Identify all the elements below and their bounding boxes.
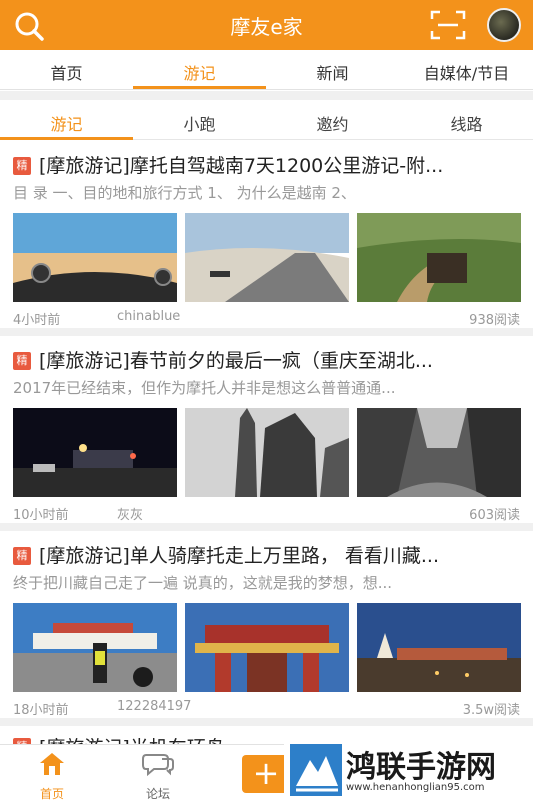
main-tabs: 首页 游记 新闻 自媒体/节目 (0, 50, 533, 90)
tab-home[interactable]: 首页 (0, 60, 133, 84)
avatar[interactable] (487, 8, 521, 42)
post-read-count: 3.5w阅读 (462, 703, 520, 718)
divider (0, 91, 533, 100)
subtab-travelogue[interactable]: 游记 (0, 111, 133, 135)
post-excerpt: 2017年已经结束，但作为摩托人并非是想这么普普通通... (13, 379, 396, 397)
post-image[interactable] (185, 408, 349, 497)
post-read-count: 603阅读 (469, 508, 520, 523)
subtab-routes[interactable]: 线路 (400, 111, 533, 135)
scan-icon[interactable] (430, 9, 466, 41)
tab-active-indicator (133, 86, 266, 89)
post-image[interactable] (357, 603, 521, 692)
nav-home[interactable]: 首页 (12, 751, 92, 800)
top-bar: 摩友e家 (0, 0, 533, 50)
watermark: 鸿联手游网 www.henanhonglian95.com (284, 740, 533, 800)
divider (0, 718, 533, 726)
featured-badge: 精 (13, 157, 31, 175)
list-item[interactable]: 精 [摩旅游记]单人骑摩托走上万里路， 看看川藏... 终于把川藏自己走了一遍 … (0, 531, 533, 726)
post-author[interactable]: 122284197 (117, 699, 191, 714)
post-read-count: 938阅读 (469, 313, 520, 328)
post-image[interactable] (13, 603, 177, 692)
tab-news[interactable]: 新闻 (266, 60, 399, 84)
post-excerpt: 目 录 一、目的地和旅行方式 1、 为什么是越南 2、 (13, 184, 356, 202)
featured-badge: 精 (13, 352, 31, 370)
subtab-active-indicator (0, 137, 133, 140)
plus-icon: + (252, 754, 280, 792)
post-image[interactable] (185, 603, 349, 692)
list-item[interactable]: 精 [摩旅游记]摩托自驾越南7天1200公里游记-附... 目 录 一、目的地和… (0, 141, 533, 336)
post-time: 10小时前 (13, 508, 69, 523)
nav-forum[interactable]: 论坛 (118, 751, 198, 800)
post-title[interactable]: [摩旅游记]摩托自驾越南7天1200公里游记-附... (39, 151, 519, 178)
watermark-logo-icon (290, 744, 342, 796)
add-post-button[interactable]: + (242, 755, 290, 793)
tab-self-media[interactable]: 自媒体/节目 (400, 60, 533, 84)
post-author[interactable]: 灰灰 (117, 504, 143, 523)
subtab-invitation[interactable]: 邀约 (266, 111, 399, 135)
watermark-url: www.henanhonglian95.com (346, 782, 485, 793)
home-icon (40, 753, 64, 775)
subtab-short-ride[interactable]: 小跑 (133, 111, 266, 135)
post-image[interactable] (13, 408, 177, 497)
divider (0, 328, 533, 336)
post-image[interactable] (357, 213, 521, 302)
featured-badge: 精 (13, 547, 31, 565)
forum-icon (142, 754, 174, 777)
tab-travelogue[interactable]: 游记 (133, 60, 266, 84)
post-image[interactable] (357, 408, 521, 497)
post-time: 18小时前 (13, 703, 69, 718)
divider (0, 523, 533, 531)
post-title[interactable]: [摩旅游记]春节前夕的最后一疯（重庆至湖北... (39, 346, 519, 373)
post-image[interactable] (185, 213, 349, 302)
post-title[interactable]: [摩旅游记]单人骑摩托走上万里路， 看看川藏... (39, 541, 519, 568)
watermark-text: 鸿联手游网 (346, 750, 496, 785)
sub-tabs: 游记 小跑 邀约 线路 (0, 100, 533, 140)
post-image[interactable] (13, 213, 177, 302)
post-time: 4小时前 (13, 313, 61, 328)
nav-forum-label: 论坛 (145, 787, 170, 800)
nav-home-label: 首页 (39, 787, 64, 800)
post-excerpt: 终于把川藏自己走了一遍 说真的，这就是我的梦想，想... (13, 574, 393, 592)
list-item[interactable]: 精 [摩旅游记]春节前夕的最后一疯（重庆至湖北... 2017年已经结束，但作为… (0, 336, 533, 531)
post-author[interactable]: chinablue (117, 309, 180, 324)
